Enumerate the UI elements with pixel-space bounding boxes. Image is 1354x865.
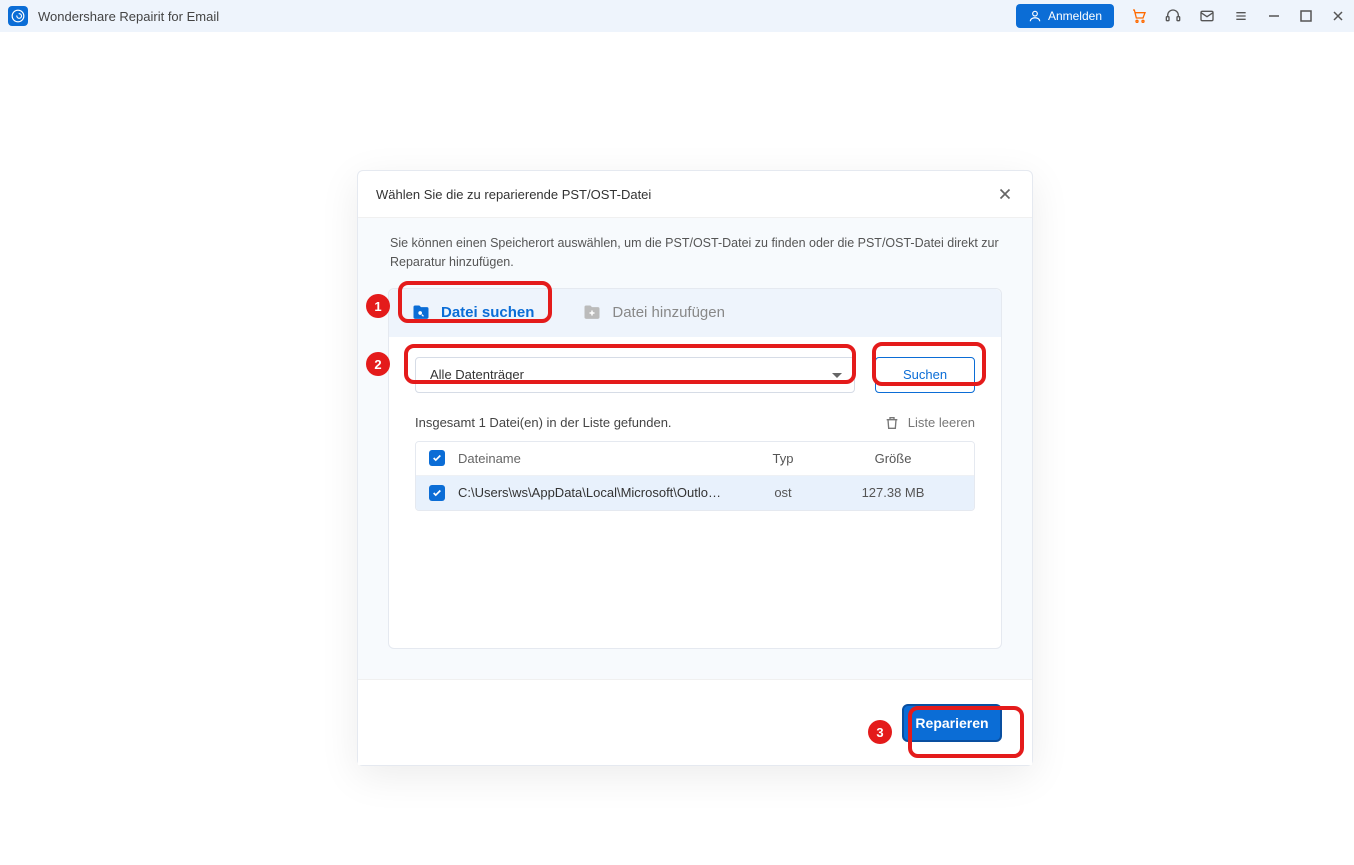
search-button[interactable]: Suchen: [875, 357, 975, 393]
drive-dropdown[interactable]: Alle Datenträger: [415, 357, 855, 393]
maximize-button[interactable]: [1298, 8, 1314, 24]
table-header: Dateiname Typ Größe: [416, 442, 974, 476]
mail-icon[interactable]: [1198, 7, 1216, 25]
tab-bar: Datei suchen Datei hinzufügen: [389, 289, 1001, 337]
dialog-description: Sie können einen Speicherort auswählen, …: [388, 234, 1002, 272]
app-logo-icon: [8, 6, 28, 26]
repair-button[interactable]: Reparieren: [902, 704, 1002, 742]
clear-list-label: Liste leeren: [908, 415, 975, 430]
select-file-dialog: Wählen Sie die zu reparierende PST/OST-D…: [357, 170, 1033, 766]
app-title: Wondershare Repairit for Email: [38, 9, 219, 24]
dialog-close-button[interactable]: [996, 185, 1014, 203]
found-count-text: Insgesamt 1 Datei(en) in der Liste gefun…: [415, 415, 672, 430]
login-label: Anmelden: [1048, 9, 1102, 23]
folder-search-icon: [411, 303, 431, 323]
table-row[interactable]: C:\Users\ws\AppData\Local\Microsoft\Outl…: [416, 476, 974, 510]
minimize-button[interactable]: [1266, 8, 1282, 24]
dialog-footer: Reparieren: [358, 679, 1032, 765]
tab-search-file[interactable]: Datei suchen: [401, 297, 544, 329]
close-button[interactable]: [1330, 8, 1346, 24]
cell-size: 127.38 MB: [828, 485, 958, 500]
folder-add-icon: [582, 303, 602, 323]
select-all-checkbox[interactable]: [429, 450, 445, 466]
tab-add-file[interactable]: Datei hinzufügen: [572, 297, 735, 329]
clear-list-button[interactable]: Liste leeren: [884, 415, 975, 431]
title-bar: Wondershare Repairit for Email Anmelden: [0, 0, 1354, 32]
cart-icon[interactable]: [1130, 7, 1148, 25]
col-name: Dateiname: [458, 451, 738, 466]
cell-path: C:\Users\ws\AppData\Local\Microsoft\Outl…: [458, 485, 738, 500]
login-button[interactable]: Anmelden: [1016, 4, 1114, 28]
search-panel: Datei suchen Datei hinzufügen Alle Daten…: [388, 288, 1002, 650]
menu-icon[interactable]: [1232, 7, 1250, 25]
tab-search-label: Datei suchen: [441, 304, 534, 321]
row-checkbox[interactable]: [429, 485, 445, 501]
tab-add-label: Datei hinzufügen: [612, 304, 725, 321]
dialog-header: Wählen Sie die zu reparierende PST/OST-D…: [358, 171, 1032, 218]
col-type: Typ: [738, 451, 828, 466]
dialog-title: Wählen Sie die zu reparierende PST/OST-D…: [376, 187, 651, 202]
col-size: Größe: [828, 451, 958, 466]
trash-icon: [884, 415, 900, 431]
dropdown-value: Alle Datenträger: [430, 367, 524, 382]
headset-icon[interactable]: [1164, 7, 1182, 25]
cell-type: ost: [738, 485, 828, 500]
file-table: Dateiname Typ Größe C:\Users\ws\AppData\…: [415, 441, 975, 511]
